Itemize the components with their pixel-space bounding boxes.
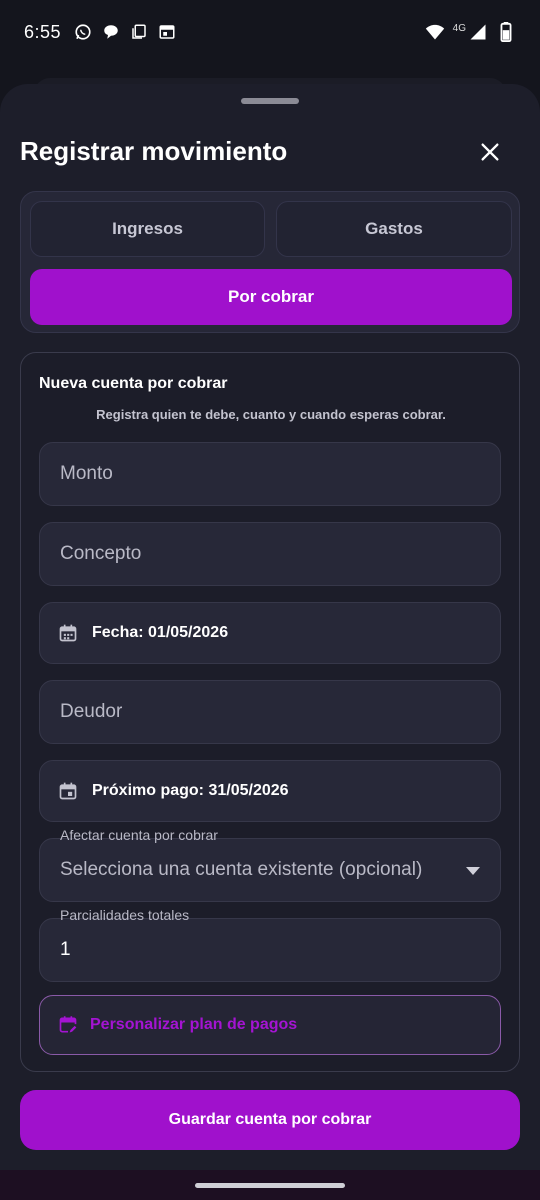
installments-label: Parcialidades totales [60, 907, 190, 923]
status-time: 6:55 [24, 21, 62, 42]
amount-input[interactable]: Monto [39, 442, 501, 506]
sheet-title: Registrar movimiento [20, 136, 288, 166]
status-left: 6:55 [24, 22, 177, 43]
form-heading: Nueva cuenta por cobrar [39, 375, 228, 392]
affect-account-select[interactable]: Afectar cuenta por cobrar Selecciona una… [39, 827, 501, 902]
date-label: Fecha: 01/05/2026 [92, 624, 229, 641]
customize-plan-button[interactable]: Personalizar plan de pagos [39, 995, 501, 1055]
navigation-bar [0, 1170, 540, 1200]
network-type: 4G [452, 22, 466, 34]
form-subtitle: Registra quien te debe, cuanto y cuando … [96, 407, 446, 422]
installments-value: 1 [60, 939, 71, 960]
tab-ingresos[interactable]: Ingresos [30, 201, 265, 257]
battery-icon [496, 22, 516, 42]
next-payment-label: Próximo pago: 31/05/2026 [92, 782, 289, 799]
whatsapp-icon [73, 22, 93, 42]
wifi-icon [425, 22, 445, 42]
close-button[interactable] [474, 136, 506, 168]
affect-account-label: Afectar cuenta por cobrar [60, 827, 218, 843]
signal-icon [468, 22, 488, 42]
event-icon [59, 782, 77, 800]
dropdown-arrow-icon [466, 867, 480, 875]
status-bar: 6:55 4G [0, 0, 540, 64]
tab-gastos[interactable]: Gastos [276, 201, 512, 257]
save-receivable-button[interactable]: Guardar cuenta por cobrar [20, 1090, 520, 1150]
copy-icon [129, 22, 149, 42]
close-icon [481, 143, 499, 161]
installments-input[interactable]: Parcialidades totales 1 [39, 907, 501, 982]
home-gesture-handle[interactable] [195, 1183, 345, 1188]
debtor-input[interactable]: Deudor [39, 680, 501, 744]
chat-bubble-icon [101, 22, 121, 42]
edit-calendar-icon [59, 1016, 77, 1033]
debtor-placeholder: Deudor [60, 701, 123, 722]
customize-plan-label: Personalizar plan de pagos [90, 1016, 298, 1033]
next-payment-picker-button[interactable]: Próximo pago: 31/05/2026 [39, 760, 501, 822]
concept-input[interactable]: Concepto [39, 522, 501, 586]
tab-por-cobrar[interactable]: Por cobrar [30, 269, 512, 325]
calendar-widget-icon [157, 22, 177, 42]
affect-account-value: Selecciona una cuenta existente (opciona… [60, 859, 423, 880]
status-right: 4G [425, 22, 516, 42]
drag-handle[interactable] [241, 98, 299, 104]
date-picker-button[interactable]: Fecha: 01/05/2026 [39, 602, 501, 664]
amount-placeholder: Monto [60, 463, 113, 484]
bottom-sheet: Registrar movimiento Ingresos Gastos Por… [0, 84, 540, 1170]
concept-placeholder: Concepto [60, 543, 142, 564]
movement-type-selector: Ingresos Gastos Por cobrar [20, 191, 520, 333]
receivable-form: Nueva cuenta por cobrar Registra quien t… [20, 352, 520, 1072]
calendar-icon [59, 624, 77, 642]
